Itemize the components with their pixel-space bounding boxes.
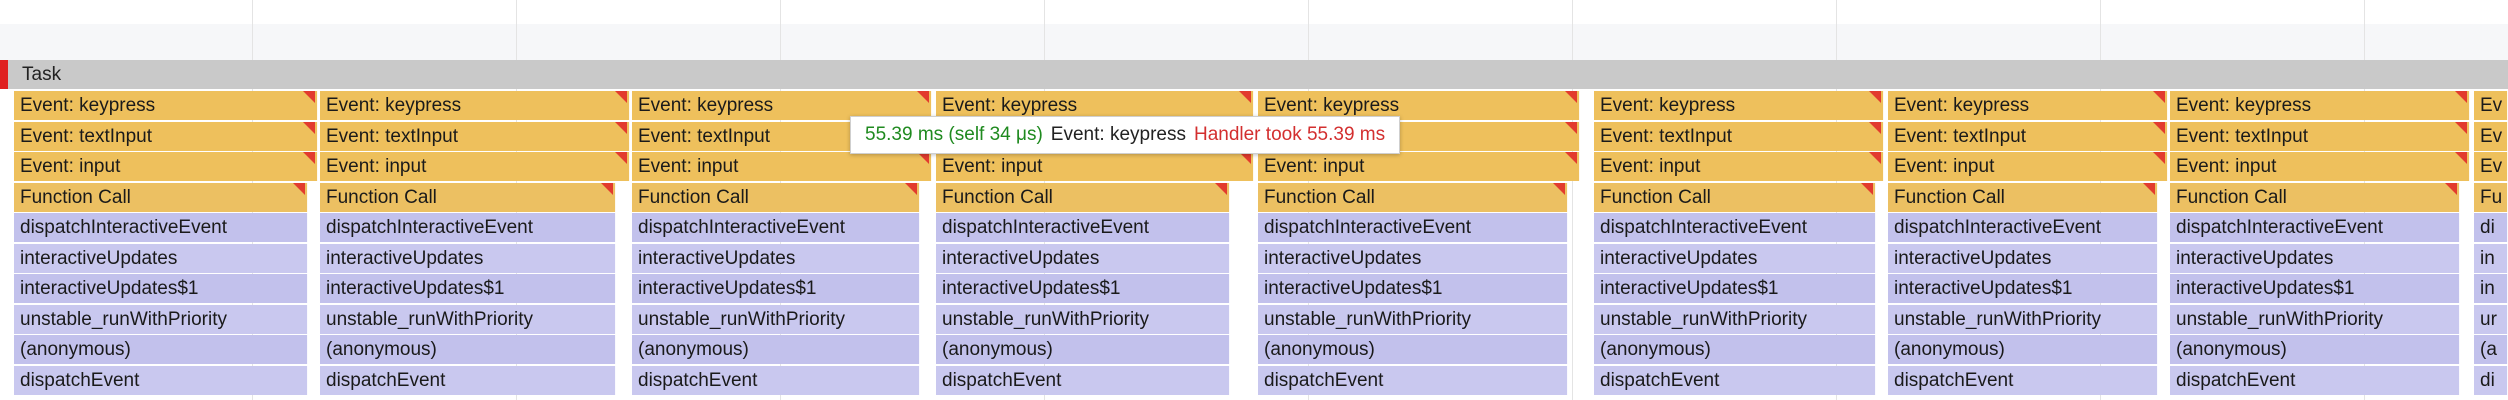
flame-frame[interactable]: dispatchEvent bbox=[1258, 365, 1568, 395]
flame-frame[interactable]: Event: keypress bbox=[320, 91, 630, 120]
flame-frame[interactable]: di bbox=[2474, 213, 2508, 242]
flame-frame[interactable]: Event: textInput bbox=[14, 121, 318, 151]
flame-frame[interactable]: Event: input bbox=[2170, 152, 2470, 181]
flame-frame[interactable]: Event: input bbox=[14, 152, 318, 181]
flame-frame[interactable]: interactiveUpdates$1 bbox=[2170, 274, 2460, 303]
flame-frame[interactable]: Function Call bbox=[320, 182, 616, 212]
flame-frame[interactable]: Function Call bbox=[1258, 182, 1568, 212]
timeline-header bbox=[0, 0, 2508, 24]
flame-frame[interactable]: dispatchInteractiveEvent bbox=[14, 213, 308, 242]
flame-frame[interactable]: interactiveUpdates$1 bbox=[320, 274, 616, 303]
flame-frame[interactable]: Event: input bbox=[936, 152, 1254, 181]
flame-frame[interactable]: interactiveUpdates bbox=[1258, 243, 1568, 273]
flame-frame[interactable]: (anonymous) bbox=[320, 335, 616, 364]
flame-frame[interactable]: interactiveUpdates bbox=[1888, 243, 2158, 273]
flame-frame[interactable]: Event: keypress bbox=[1594, 91, 1884, 120]
flame-frame[interactable]: Event: keypress bbox=[14, 91, 318, 120]
flame-frame[interactable]: dispatchEvent bbox=[1594, 365, 1876, 395]
flame-frame[interactable]: unstable_runWithPriority bbox=[1594, 304, 1876, 334]
flame-frame[interactable]: ur bbox=[2474, 304, 2508, 334]
flame-frame[interactable]: Function Call bbox=[14, 182, 308, 212]
flame-frame[interactable]: Event: input bbox=[632, 152, 932, 181]
flame-frame[interactable]: unstable_runWithPriority bbox=[632, 304, 920, 334]
tooltip-event-name: Event: keypress bbox=[1050, 124, 1186, 145]
flame-frame[interactable]: unstable_runWithPriority bbox=[1888, 304, 2158, 334]
flame-frame[interactable]: unstable_runWithPriority bbox=[320, 304, 616, 334]
flame-frame[interactable]: interactiveUpdates bbox=[1594, 243, 1876, 273]
flame-frame[interactable]: interactiveUpdates bbox=[2170, 243, 2460, 273]
flame-frame[interactable]: Function Call bbox=[2170, 182, 2460, 212]
flame-frame[interactable]: (anonymous) bbox=[1594, 335, 1876, 364]
flame-frame[interactable]: unstable_runWithPriority bbox=[2170, 304, 2460, 334]
tooltip-duration: 55.39 ms (self 34 μs) bbox=[865, 124, 1043, 145]
flame-frame[interactable]: Event: input bbox=[1594, 152, 1884, 181]
flame-frame[interactable]: in bbox=[2474, 243, 2508, 273]
flame-frame[interactable]: Event: input bbox=[1888, 152, 2168, 181]
flame-frame[interactable]: unstable_runWithPriority bbox=[14, 304, 308, 334]
flame-frame[interactable]: Event: textInput bbox=[320, 121, 630, 151]
flame-frame[interactable]: Function Call bbox=[936, 182, 1230, 212]
flame-frame[interactable]: (anonymous) bbox=[936, 335, 1230, 364]
flame-frame[interactable]: dispatchEvent bbox=[320, 365, 616, 395]
flame-frame[interactable]: (anonymous) bbox=[2170, 335, 2460, 364]
flame-frame[interactable]: dispatchEvent bbox=[632, 365, 920, 395]
flame-frame[interactable]: interactiveUpdates$1 bbox=[632, 274, 920, 303]
flame-frame[interactable]: (anonymous) bbox=[1258, 335, 1568, 364]
flame-frame[interactable]: unstable_runWithPriority bbox=[1258, 304, 1568, 334]
flame-frame[interactable]: dispatchEvent bbox=[1888, 365, 2158, 395]
flame-frame[interactable]: unstable_runWithPriority bbox=[936, 304, 1230, 334]
flame-frame[interactable]: Ev bbox=[2474, 121, 2508, 151]
flame-frame[interactable]: dispatchInteractiveEvent bbox=[936, 213, 1230, 242]
flame-frame[interactable]: Event: keypress bbox=[1888, 91, 2168, 120]
flame-frame[interactable]: interactiveUpdates bbox=[632, 243, 920, 273]
task-bar[interactable]: Task bbox=[8, 60, 2508, 89]
flame-frame[interactable]: dispatchEvent bbox=[14, 365, 308, 395]
flame-frame[interactable]: interactiveUpdates bbox=[936, 243, 1230, 273]
flame-frame[interactable]: dispatchInteractiveEvent bbox=[320, 213, 616, 242]
flame-frame[interactable]: Event: input bbox=[320, 152, 630, 181]
flame-frame[interactable]: Ev bbox=[2474, 91, 2508, 120]
flame-frame[interactable]: Function Call bbox=[1594, 182, 1876, 212]
flame-frame[interactable]: interactiveUpdates bbox=[14, 243, 308, 273]
flame-frame[interactable]: interactiveUpdates$1 bbox=[1594, 274, 1876, 303]
flame-frame[interactable]: (anonymous) bbox=[1888, 335, 2158, 364]
flame-frame[interactable]: Event: keypress bbox=[2170, 91, 2470, 120]
flame-frame[interactable]: Event: input bbox=[1258, 152, 1580, 181]
flame-frame[interactable]: dispatchInteractiveEvent bbox=[2170, 213, 2460, 242]
flame-frame[interactable]: interactiveUpdates bbox=[320, 243, 616, 273]
task-warning-marker bbox=[0, 60, 8, 89]
flame-frame[interactable]: (anonymous) bbox=[632, 335, 920, 364]
flame-frame[interactable]: interactiveUpdates$1 bbox=[1888, 274, 2158, 303]
flame-frame[interactable]: dispatchInteractiveEvent bbox=[632, 213, 920, 242]
flame-frame[interactable]: interactiveUpdates$1 bbox=[1258, 274, 1568, 303]
flame-frame[interactable]: (anonymous) bbox=[14, 335, 308, 364]
flame-frame[interactable]: Ev bbox=[2474, 152, 2508, 181]
flame-frame[interactable]: interactiveUpdates$1 bbox=[14, 274, 308, 303]
flame-frame[interactable]: di bbox=[2474, 365, 2508, 395]
flame-frame[interactable]: Event: textInput bbox=[1594, 121, 1884, 151]
flame-frame[interactable]: (a bbox=[2474, 335, 2508, 364]
timeline-ruler-band bbox=[0, 24, 2508, 61]
flame-frame[interactable]: Function Call bbox=[632, 182, 920, 212]
flame-frame[interactable]: dispatchEvent bbox=[2170, 365, 2460, 395]
flame-frame[interactable]: Event: textInput bbox=[2170, 121, 2470, 151]
flame-frame[interactable]: interactiveUpdates$1 bbox=[936, 274, 1230, 303]
event-tooltip: 55.39 ms (self 34 μs) Event: keypress Hand… bbox=[850, 116, 1401, 154]
flame-frame[interactable]: dispatchInteractiveEvent bbox=[1888, 213, 2158, 242]
flame-frame[interactable]: dispatchInteractiveEvent bbox=[1594, 213, 1876, 242]
flame-frame[interactable]: Fu bbox=[2474, 182, 2508, 212]
tooltip-warning: Handler took 55.39 ms bbox=[1193, 124, 1386, 145]
flame-frame[interactable]: dispatchEvent bbox=[936, 365, 1230, 395]
flame-frame[interactable]: dispatchInteractiveEvent bbox=[1258, 213, 1568, 242]
flame-frame[interactable]: in bbox=[2474, 274, 2508, 303]
flame-frame[interactable]: Event: textInput bbox=[1888, 121, 2168, 151]
flame-frame[interactable]: Function Call bbox=[1888, 182, 2158, 212]
flame-chart[interactable]: Task Event: keypress Event: textInput Even… bbox=[0, 0, 2508, 400]
